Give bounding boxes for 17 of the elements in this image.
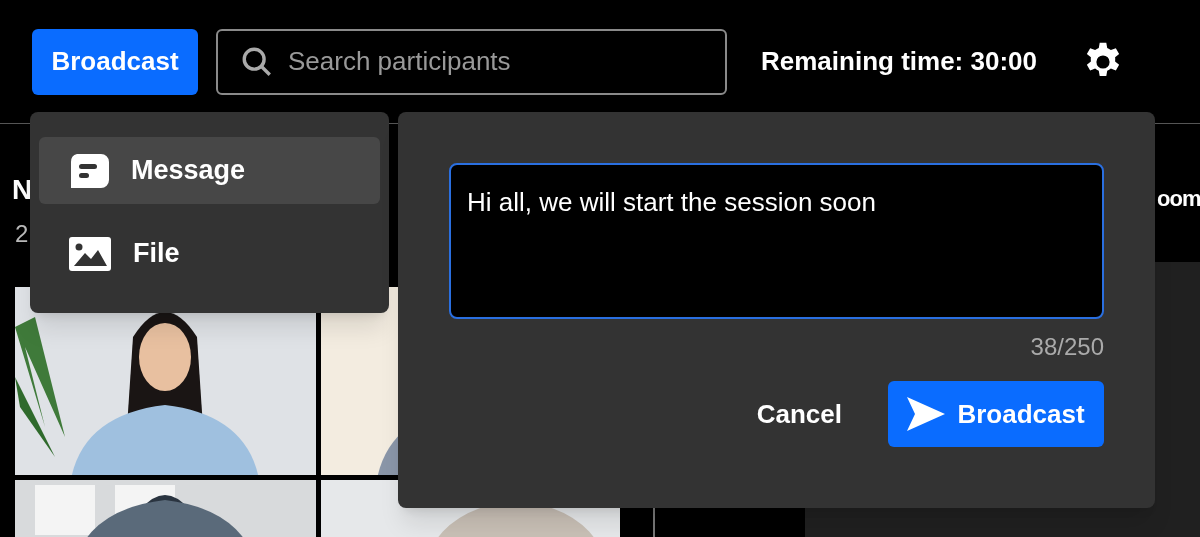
section-title: N: [12, 173, 33, 207]
message-field[interactable]: Hi all, we will start the session soon: [449, 163, 1104, 319]
panel-title: oom: [1157, 185, 1200, 213]
menu-item-label: File: [133, 237, 180, 271]
cancel-button[interactable]: Cancel: [756, 381, 842, 447]
participant-count: 2: [15, 219, 29, 249]
search-field[interactable]: Search participants: [216, 28, 727, 95]
menu-item[interactable]: Message: [39, 137, 380, 204]
broadcast-button[interactable]: Broadcast: [32, 28, 198, 95]
message-icon: [69, 153, 109, 188]
image-icon: [69, 236, 111, 271]
menu-item-label: Message: [131, 154, 246, 188]
send-icon: [907, 397, 946, 431]
remaining-time: Remaining time: 30:00: [761, 45, 1037, 78]
broadcast-send-button[interactable]: Broadcast: [888, 381, 1104, 447]
character-counter: 38/250: [1030, 332, 1104, 362]
menu-item[interactable]: File: [39, 220, 380, 287]
